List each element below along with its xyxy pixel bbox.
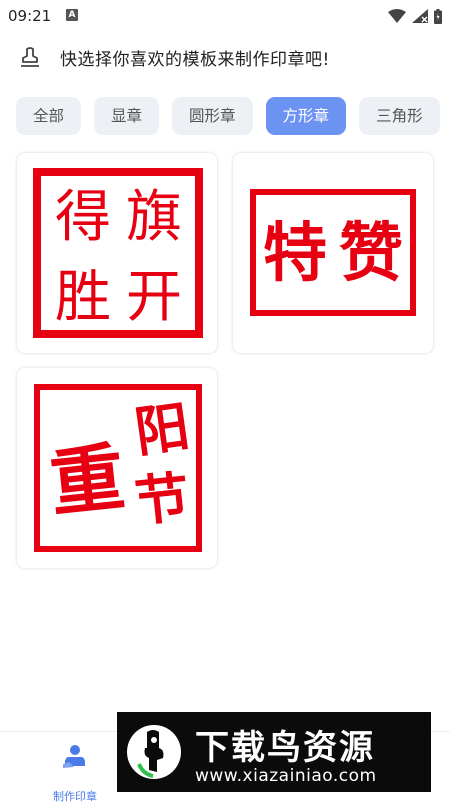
stamp-char: 阳 [131, 394, 193, 465]
stamp-char: 赞 [339, 217, 403, 291]
tab-square[interactable]: 方形章 [265, 97, 347, 135]
stamp-char: 节 [132, 464, 192, 533]
stamp-char: 得 [55, 185, 111, 250]
make-stamp-icon [63, 745, 85, 768]
tab-display[interactable]: 显章 [94, 97, 160, 135]
template-card[interactable]: 重 阳 节 [17, 368, 217, 568]
stamp-preview: 重 阳 节 [34, 384, 202, 552]
stamp-char: 胜 [55, 265, 111, 330]
signal-icon [412, 9, 428, 23]
template-card[interactable]: 特 赞 [233, 153, 433, 353]
stamp-icon [21, 47, 39, 67]
stamp-char: 旗 [126, 185, 182, 250]
stamp-char: 特 [263, 217, 327, 291]
wifi-icon [388, 9, 406, 23]
stamp-char: 重 [46, 434, 129, 527]
tab-round[interactable]: 圆形章 [172, 97, 253, 135]
tab-all[interactable]: 全部 [16, 97, 82, 135]
page-header: 快选择你喜欢的模板来制作印章吧! [0, 40, 450, 74]
watermark-name: 下载鸟资源 [195, 728, 375, 768]
template-card[interactable]: 得 旗 胜 开 [17, 153, 217, 353]
tab-triangle[interactable]: 三角形 [359, 97, 440, 135]
status-bar: 09:21 A [0, 0, 450, 32]
notification-icon: A [66, 9, 78, 21]
system-icons [388, 8, 442, 24]
battery-icon [434, 8, 442, 24]
category-tabs: 全部 显章 圆形章 方形章 三角形 [16, 97, 450, 135]
watermark-banner: 下载鸟资源 www.xiazainiao.com [117, 712, 431, 792]
stamp-preview: 特 赞 [250, 189, 416, 316]
stamp-preview: 得 旗 胜 开 [33, 168, 203, 338]
nav-make-stamp[interactable]: 制作印章 [44, 742, 106, 803]
stamp-char: 开 [126, 265, 182, 330]
status-time: 09:21 [8, 7, 52, 25]
bird-logo-icon [127, 725, 181, 779]
nav-make-label: 制作印章 [53, 790, 97, 803]
watermark-url: www.xiazainiao.com [195, 766, 377, 786]
page-title: 快选择你喜欢的模板来制作印章吧! [60, 50, 330, 70]
